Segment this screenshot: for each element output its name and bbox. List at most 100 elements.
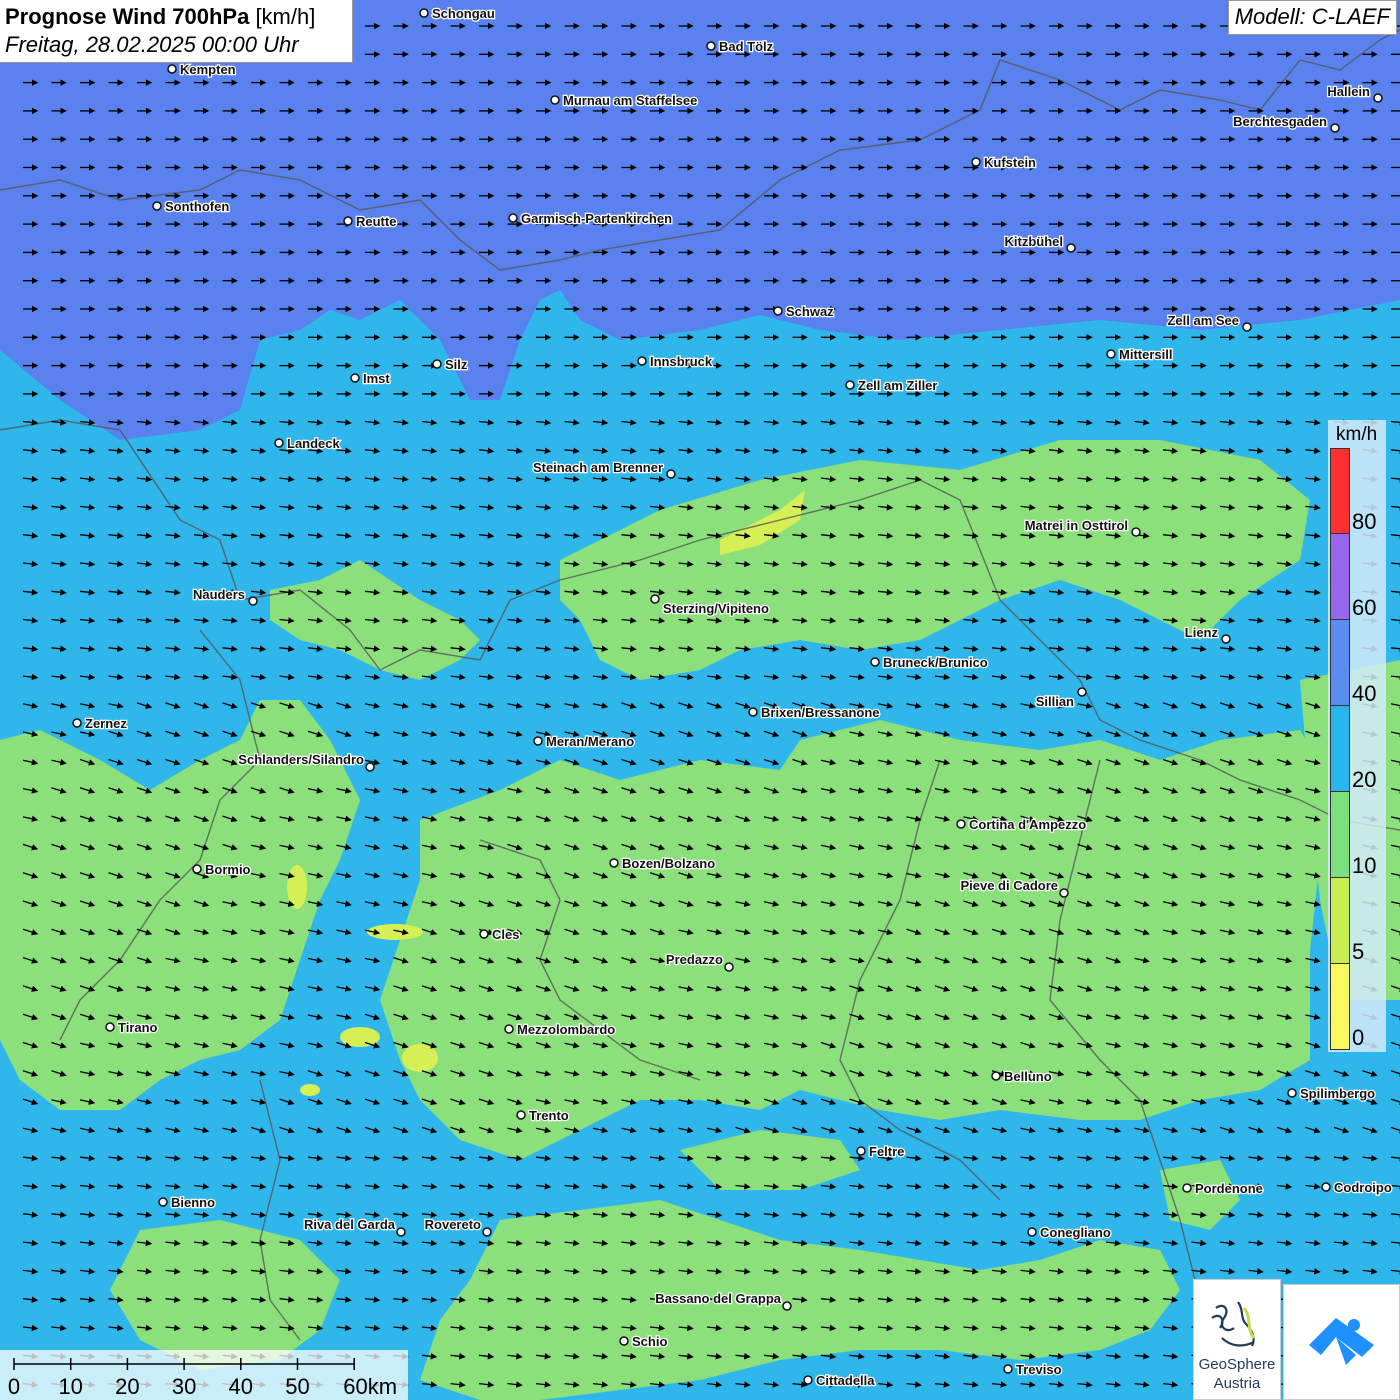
- legend-tick-label: 60: [1352, 595, 1377, 620]
- city-label: Zell am Ziller: [858, 378, 937, 393]
- city-dot: [1003, 1364, 1013, 1374]
- legend-tick-label: 80: [1352, 509, 1377, 534]
- city-dot: [956, 819, 966, 829]
- city-marker: Pordenone: [1182, 1180, 1264, 1197]
- city-label: Spilimbergo: [1300, 1086, 1375, 1101]
- city-dot: [432, 359, 442, 369]
- model-label: Modell: C-LAEF: [1227, 0, 1397, 35]
- city-marker: Spilimbergo: [1287, 1085, 1376, 1102]
- city-label: Reutte: [356, 214, 396, 229]
- scale-tick-label: 20: [115, 1374, 140, 1399]
- city-label: Cles: [492, 927, 519, 942]
- city-dot: [1330, 123, 1340, 133]
- city-label: Landeck: [287, 436, 341, 451]
- legend-swatch: [1330, 534, 1350, 620]
- city-dot: [748, 707, 758, 717]
- city-label: Cittadella: [816, 1373, 875, 1388]
- city-label: Schwaz: [786, 304, 834, 319]
- city-dot: [479, 929, 489, 939]
- city-dot: [396, 1227, 406, 1237]
- city-marker: Zell am Ziller: [845, 377, 939, 394]
- city-label: Nauders: [193, 587, 245, 602]
- app-logo: [1283, 1284, 1400, 1400]
- city-dot: [1321, 1182, 1331, 1192]
- city-dot: [516, 1110, 526, 1120]
- legend-tick-label: 0: [1352, 1025, 1365, 1050]
- city-dot: [152, 201, 162, 211]
- city-label: Sterzing/Vipiteno: [663, 601, 769, 616]
- city-label: Schlanders/Silandro: [238, 752, 364, 767]
- legend-tick-label: 5: [1352, 939, 1365, 964]
- city-label: Sillian: [1036, 694, 1074, 709]
- city-dot: [167, 64, 177, 74]
- city-label: Mittersill: [1119, 347, 1172, 362]
- city-dot: [105, 1022, 115, 1032]
- city-dot: [1373, 93, 1383, 103]
- city-label: Bad Tölz: [719, 39, 774, 54]
- scale-tick-label: 50: [285, 1374, 310, 1399]
- city-label: Murnau am Staffelsee: [563, 93, 697, 108]
- city-dot: [782, 1301, 792, 1311]
- city-marker: Innsbruck: [637, 353, 714, 370]
- legend-swatch: [1330, 878, 1350, 964]
- city-dot: [724, 962, 734, 972]
- city-dot: [706, 41, 716, 51]
- city-marker: Bruneck/Brunico: [870, 654, 989, 671]
- city-dot: [1242, 322, 1252, 332]
- scale-tick-label: 40: [228, 1374, 254, 1399]
- legend-tick-label: 40: [1352, 681, 1377, 706]
- city-dot: [666, 469, 676, 479]
- city-dot: [192, 864, 202, 874]
- forecast-datetime: Freitag, 28.02.2025 00:00 Uhr: [5, 32, 299, 57]
- city-dot: [158, 1197, 168, 1207]
- city-label: Rovereto: [425, 1217, 481, 1232]
- city-label: Codroipo: [1334, 1180, 1392, 1195]
- city-marker: Mezzolombardo: [504, 1021, 617, 1038]
- city-dot: [1106, 349, 1116, 359]
- city-dot: [971, 157, 981, 167]
- city-label: Matrei in Osttirol: [1025, 518, 1128, 533]
- city-label: Schio: [632, 1334, 667, 1349]
- city-marker: Sonthofen: [152, 198, 231, 215]
- city-dot: [870, 657, 880, 667]
- city-marker: Conegliano: [1027, 1224, 1112, 1241]
- city-label: Sonthofen: [165, 199, 229, 214]
- city-dot: [1059, 888, 1069, 898]
- city-label: Innsbruck: [650, 354, 713, 369]
- city-dot: [1131, 527, 1141, 537]
- city-dot: [533, 736, 543, 746]
- city-label: Bruneck/Brunico: [883, 655, 988, 670]
- city-dot: [1221, 634, 1231, 644]
- city-dot: [803, 1375, 813, 1385]
- city-label: Riva del Garda: [304, 1217, 396, 1232]
- city-marker: Bozen/Bolzano: [609, 855, 716, 872]
- city-label: Garmisch-Partenkirchen: [521, 211, 672, 226]
- city-dot: [504, 1024, 514, 1034]
- city-label: Kufstein: [984, 155, 1036, 170]
- city-label: Steinach am Brenner: [533, 460, 663, 475]
- city-dot: [991, 1071, 1001, 1081]
- city-dot: [350, 373, 360, 383]
- city-dot: [637, 356, 647, 366]
- geosphere-name: GeoSphere: [1198, 1356, 1276, 1373]
- map-title: Prognose Wind 700hPa [km/h]: [5, 4, 316, 29]
- city-label: Conegliano: [1040, 1225, 1111, 1240]
- city-label: Zell am See: [1167, 313, 1239, 328]
- city-label: Feltre: [869, 1144, 904, 1159]
- city-label: Predazzo: [666, 952, 723, 967]
- city-label: Zernez: [85, 716, 127, 731]
- scale-tick-label: 30: [171, 1374, 197, 1399]
- legend-tick-label: 10: [1352, 853, 1377, 878]
- city-dot: [72, 718, 82, 728]
- city-dot: [845, 380, 855, 390]
- scale-tick-label: 0: [7, 1374, 21, 1399]
- legend-swatch: [1330, 620, 1350, 706]
- geosphere-emblem-icon: [1211, 1301, 1256, 1347]
- title-box: Prognose Wind 700hPa [km/h] Freitag, 28.…: [0, 0, 353, 63]
- city-marker: Schongau: [419, 5, 496, 22]
- city-dot: [609, 858, 619, 868]
- city-marker: Murnau am Staffelsee: [550, 92, 699, 109]
- city-label: Bozen/Bolzano: [622, 856, 715, 871]
- geosphere-country: Austria: [1213, 1375, 1261, 1392]
- city-label: Trento: [529, 1108, 569, 1123]
